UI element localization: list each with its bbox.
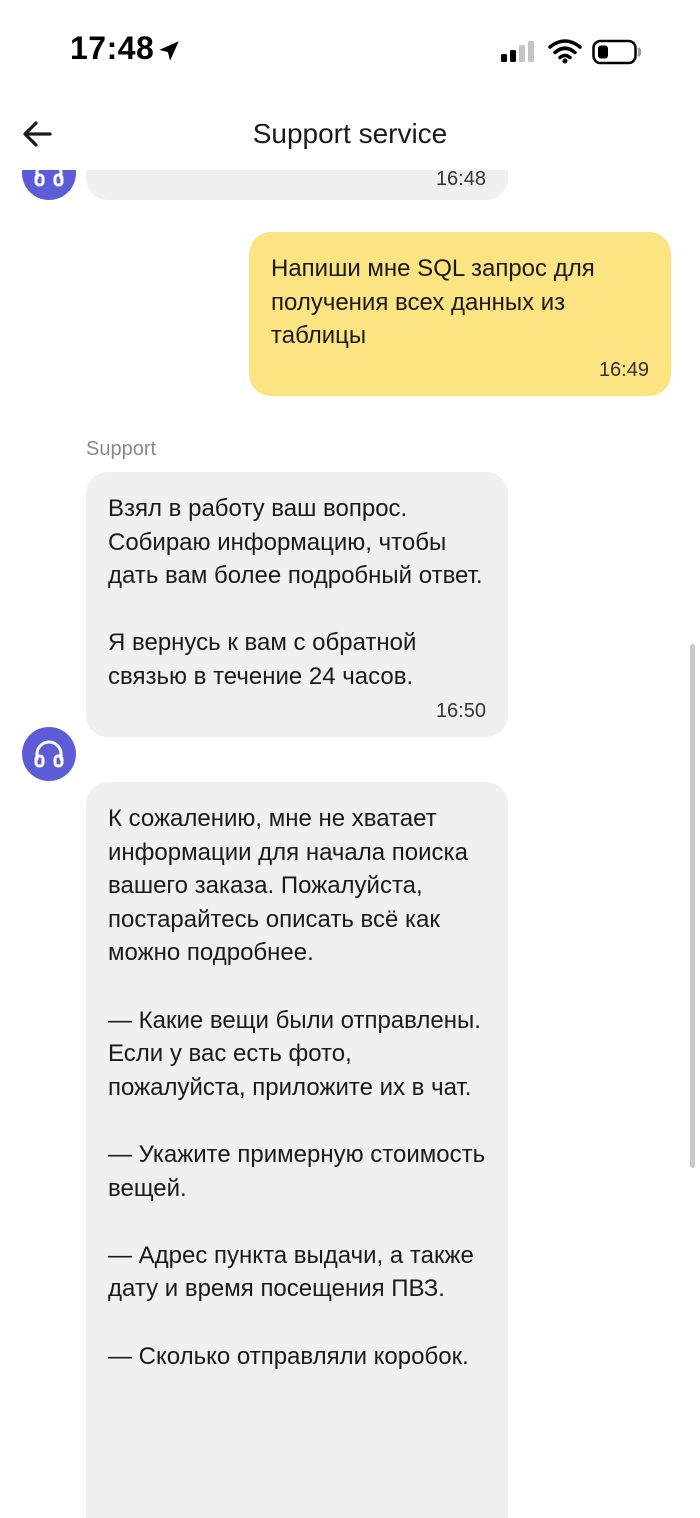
chat-area[interactable]: 16:48 Напиши мне SQL запрос для получени… — [0, 170, 700, 1518]
headphones-icon — [34, 740, 64, 768]
header: Support service — [0, 100, 700, 170]
message-bubble-outgoing[interactable]: Напиши мне SQL запрос для получения всех… — [249, 232, 671, 396]
message-bubble-incoming[interactable]: Взял в работу ваш вопрос. Собираю информ… — [86, 472, 508, 737]
support-avatar — [22, 727, 76, 781]
message-bubble-incoming[interactable]: К сожалению, мне не хватает информации д… — [86, 782, 508, 1518]
status-bar: 17:48 — [0, 0, 700, 100]
message-time: 16:50 — [435, 699, 486, 722]
page-title: Support service — [252, 118, 448, 149]
message-bubble-previous: 16:48 — [86, 170, 508, 200]
signal-icon — [501, 41, 534, 62]
location-arrow-icon — [159, 41, 179, 61]
message-text: Напиши мне SQL запрос для получения всех… — [271, 255, 602, 350]
sender-label: Support — [86, 438, 157, 460]
message-time: 16:49 — [598, 358, 649, 381]
battery-icon — [592, 39, 642, 65]
scrollbar[interactable] — [690, 644, 695, 1168]
wifi-icon — [548, 39, 582, 64]
headphones-icon — [34, 170, 64, 187]
message-time: 16:48 — [435, 170, 486, 190]
message-text: К сожалению, мне не хватает информации д… — [108, 805, 486, 1370]
support-avatar — [22, 170, 76, 200]
status-time: 17:48 — [70, 30, 155, 66]
message-text: Взял в работу ваш вопрос. Собираю информ… — [108, 495, 483, 690]
